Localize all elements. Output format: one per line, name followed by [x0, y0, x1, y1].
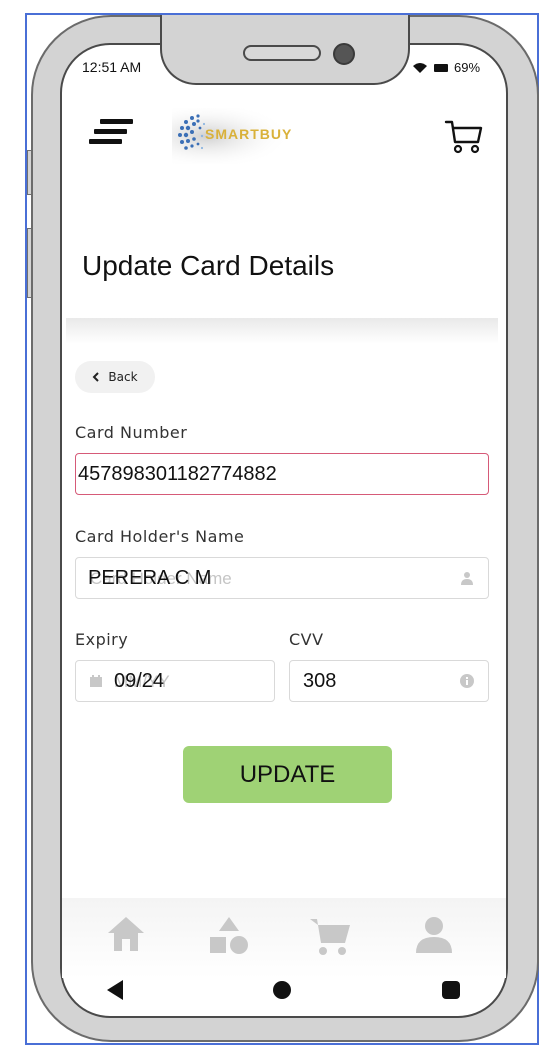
back-triangle-icon[interactable] [105, 979, 125, 1001]
card-number-label: Card Number [75, 423, 188, 442]
back-button[interactable]: Back [75, 361, 155, 393]
title-divider [66, 318, 498, 344]
chevron-left-icon [93, 372, 100, 382]
card-number-field[interactable]: 457898301182774882 [75, 453, 489, 495]
categories-icon[interactable] [208, 915, 250, 957]
card-holder-field[interactable]: Card Holder Name PERERA C M [75, 557, 489, 599]
cvv-field[interactable]: 308 [289, 660, 489, 702]
front-camera [333, 43, 355, 65]
calendar-icon [90, 675, 102, 687]
cart-nav-icon[interactable] [308, 915, 352, 957]
update-button[interactable]: UPDATE [183, 746, 392, 803]
back-button-label: Back [108, 370, 138, 384]
info-icon [460, 674, 474, 688]
card-holder-value: PERERA C M [88, 566, 212, 589]
expiry-field[interactable]: MM/YY 09/24 [75, 660, 275, 702]
battery-percent: 69% [454, 60, 481, 75]
page-title: Update Card Details [82, 250, 335, 281]
brand-name: SMARTBUY [205, 126, 293, 142]
status-time: 12:51 AM [82, 59, 142, 75]
card-holder-label: Card Holder's Name [75, 527, 245, 546]
cart-icon[interactable] [444, 118, 484, 154]
expiry-label: Expiry [75, 630, 129, 649]
status-icons: 69% [412, 60, 480, 75]
cvv-label: CVV [289, 630, 324, 649]
recents-square-icon[interactable] [441, 979, 461, 1001]
user-icon [461, 572, 473, 585]
menu-icon[interactable] [89, 119, 135, 149]
home-circle-icon[interactable] [272, 979, 292, 1001]
home-icon[interactable] [106, 915, 146, 953]
wifi-icon [413, 62, 427, 73]
cvv-value: 308 [303, 669, 337, 692]
card-number-value: 457898301182774882 [78, 462, 277, 485]
profile-icon[interactable] [414, 915, 454, 955]
battery-icon [434, 63, 448, 72]
expiry-value: 09/24 [114, 669, 165, 692]
speaker-grille [243, 45, 321, 61]
